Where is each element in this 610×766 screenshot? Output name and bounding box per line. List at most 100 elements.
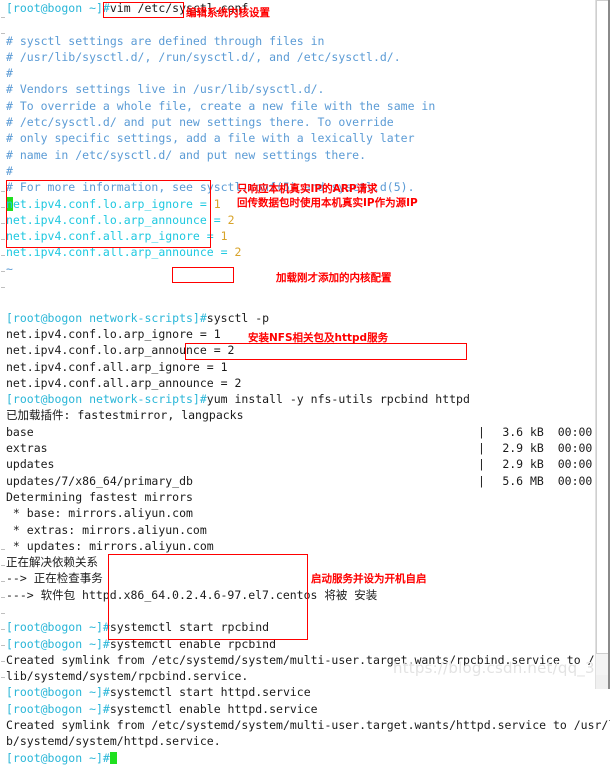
shell-prompt: [root@bogon ~]# [6,750,110,765]
gutter-tick [1,597,5,598]
sysctl-equals: = [213,245,235,260]
repo-gap [544,474,558,488]
shell-command[interactable]: systemctl start rpcbind [110,620,269,634]
terminal-text: Determining fastest mirrors [6,489,193,504]
terminal-screenshot: [root@bogon ~]#vim /etc/sysctl.conf # sy… [0,0,610,765]
gutter-tick [1,255,5,256]
annotation-label: 只响应本机真实IP的ARP请求 [237,183,378,195]
terminal-line: [root@bogon ~]#systemctl enable httpd.se… [6,701,586,717]
terminal-text: net.ipv4.conf.all.arp_ignore = 1 [6,359,228,374]
repo-meta: | 5.6 MB 00:00:00 [478,473,610,489]
gutter-tick [1,629,5,630]
shell-prompt: [root@bogon ~]# [6,685,110,700]
terminal-line: [root@bogon network-scripts]#sysctl -p [6,310,586,326]
repo-name: extras [6,441,48,456]
annotation-label: 编辑系统内核设置 [186,7,270,19]
terminal-line: updates | 2.9 kB 00:00:00 [6,456,610,472]
sysctl-key: net.ipv4.conf.all.arp_ignore [6,229,200,244]
terminal-line: --> 正在检查事务 [6,570,586,586]
sysctl-key: net.ipv4.conf.lo.arp_announce [6,212,207,227]
terminal-text: * updates: mirrors.aliyun.com [6,538,214,553]
terminal-line: * extras: mirrors.aliyun.com [6,522,586,538]
terminal-line: [root@bogon ~]#systemctl enable rpcbind [6,636,586,652]
terminal-line: # [6,163,586,179]
file-comment-line: # /etc/sysctl.d/ and put new settings th… [6,115,394,130]
shell-command[interactable]: sysctl -p [207,311,269,325]
gutter-tick [1,17,5,18]
gutter-tick [1,613,5,614]
file-comment-line: # name in /etc/sysctl.d/ and put new set… [6,147,367,162]
gutter-tick [1,645,5,646]
terminal-line: net.ipv4.conf.all.arp_announce = 2 [6,244,586,260]
terminal-line: # name in /etc/sysctl.d/ and put new set… [6,147,586,163]
gutter-tick [1,661,5,662]
sysctl-key: net.ipv4.conf.all.arp_announce [6,245,214,260]
gutter-tick [1,239,5,240]
repo-name: base [6,424,34,439]
terminal-line: updates/7/x86_64/primary_db | 5.6 MB 00:0… [6,473,610,489]
watermark-text: https://blog.csdn.net/qq_35456705 [393,659,610,677]
annotation-label: 回传数据包时使用本机真实IP作为源IP [237,197,418,209]
file-comment-line: # sysctl settings are defined through fi… [6,33,325,48]
repo-separator: | [478,473,492,488]
repo-name: updates [6,457,55,472]
sysctl-value: 1 [213,196,221,211]
terminal-line: [root@bogon ~]#vim /etc/sysctl.conf [6,0,586,16]
shell-command[interactable]: systemctl enable httpd.service [110,702,318,716]
terminal-line: [root@bogon ~]#systemctl start rpcbind [6,619,586,635]
annotation-label: 启动服务并设为开机自启 [311,573,427,585]
repo-size: 2.9 kB [502,441,544,456]
terminal-line: net.ipv4.conf.all.arp_ignore = 1 [6,359,586,375]
terminal-line: # sysctl settings are defined through fi… [6,33,586,49]
terminal-line: [root@bogon ~]# [6,750,586,766]
repo-size: 2.9 kB [502,457,544,472]
terminal-line: # /usr/lib/sysctl.d/, /run/sysctl.d/, an… [6,49,586,65]
terminal-cursor [109,751,117,764]
terminal-line: 正在解决依赖关系 [6,554,586,570]
terminal-line: * base: mirrors.aliyun.com [6,505,586,521]
shell-command[interactable]: systemctl enable rpcbind [110,637,276,651]
shell-prompt: [root@bogon ~]# [6,636,110,651]
terminal-text: 正在解决依赖关系 [6,555,98,570]
repo-gap [544,425,558,439]
sysctl-value: 1 [220,229,228,244]
repo-size: 5.6 MB [502,473,544,488]
gutter-tick [1,33,5,34]
shell-prompt: [root@bogon ~]# [6,701,110,716]
file-comment-line: # [6,163,13,178]
shell-command[interactable]: systemctl start httpd.service [110,685,311,699]
repo-meta: | 2.9 kB 00:00:00 [478,440,610,456]
terminal-line: b/systemd/system/httpd.service. [6,733,586,749]
repo-size: 3.6 kB [502,424,544,439]
shell-prompt: [root@bogon network-scripts]# [6,310,207,325]
terminal-line: net.ipv4.conf.lo.arp_announce = 2 [6,212,586,228]
repo-gap [544,441,558,455]
shell-command[interactable]: yum install -y nfs-utils rpcbind httpd [207,392,470,406]
file-comment-line: # only specific settings, add a file wit… [6,131,415,146]
terminal-line: [root@bogon network-scripts]#yum install… [6,391,586,407]
terminal-text: net.ipv4.conf.lo.arp_announce = 2 [6,343,235,358]
sysctl-equals: = [192,196,214,211]
vim-empty-line-marker: ~ [6,261,13,276]
sysctl-value: 2 [227,212,235,227]
terminal-line: Determining fastest mirrors [6,489,586,505]
terminal-text: ---> 软件包 httpd.x86_64.0.2.4.6-97.el7.cen… [6,587,378,602]
terminal-text: 已加载插件: fastestmirror, langpacks [6,408,244,423]
terminal-text: Created symlink from /etc/systemd/system… [6,718,610,733]
terminal-line: net.ipv4.conf.all.arp_announce = 2 [6,375,586,391]
terminal-text: lib/systemd/system/rpcbind.service. [6,669,249,684]
file-comment-line: # [6,66,13,81]
terminal-line: # Vendors settings live in /usr/lib/sysc… [6,81,586,97]
terminal-line: 已加载插件: fastestmirror, langpacks [6,407,586,423]
repo-meta: | 2.9 kB 00:00:00 [478,456,610,472]
terminal-line: # /etc/sysctl.d/ and put new settings th… [6,114,586,130]
gutter-tick [1,565,5,566]
gutter-tick [1,549,5,550]
sysctl-equals: = [206,212,228,227]
terminal-line: # To override a whole file, create a new… [6,98,586,114]
gutter-tick [1,271,5,272]
repo-separator: | [478,457,492,472]
terminal-line: ---> 软件包 httpd.x86_64.0.2.4.6-97.el7.cen… [6,587,586,603]
